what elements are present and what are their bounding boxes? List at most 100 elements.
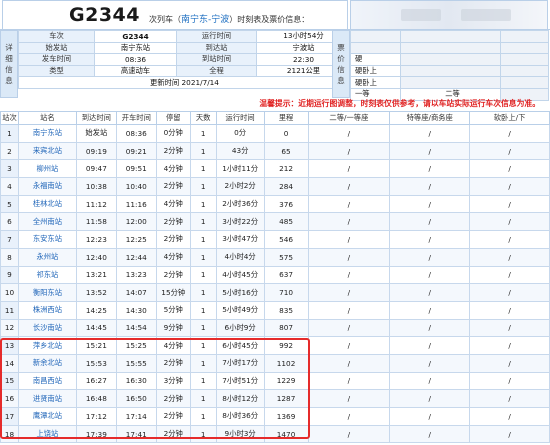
table-cell: 15:25: [115, 336, 157, 355]
price-cell: /: [469, 265, 550, 285]
table-cell: 5小时16分: [215, 283, 265, 302]
timetable: 站次 站名 到达时间 开车时间 停留 天数 运行时间 里程 二等/一等座 特等座…: [0, 111, 550, 444]
table-cell: 1: [189, 371, 217, 391]
train-details: 详 细 信 息 车次 G2344 运行时间 13小时54分 始发站 南宁东站 到…: [0, 30, 550, 101]
table-cell: 12:40: [75, 247, 117, 267]
table-cell: 11:58: [75, 212, 117, 232]
table-row: 8 永州站 12:40 12:44 4分钟 1 4小时4分 575// /: [0, 247, 550, 267]
price-cell: /: [469, 300, 550, 320]
table-cell: 16:50: [115, 389, 157, 408]
table-cell: 43分: [215, 141, 265, 161]
table-row: 3 柳州站 09:47 09:51 4分钟 1 1小时11分 212// /: [0, 159, 550, 179]
table-cell: 1: [189, 283, 217, 302]
table-cell: 1: [189, 353, 217, 373]
station-link[interactable]: 株洲西站: [17, 300, 77, 320]
price-cell: /: [307, 247, 391, 267]
table-cell: 3小时47分: [215, 230, 265, 249]
table-row: 7 东安东站 12:23 12:25 2分钟 1 3小时47分 546// /: [0, 230, 550, 249]
station-link[interactable]: 祁东站: [17, 265, 77, 285]
table-cell: 始发站: [75, 124, 117, 143]
price-cell: /: [307, 389, 391, 408]
price-cell: /: [469, 407, 550, 426]
table-cell: 2分钟: [155, 389, 191, 408]
station-link[interactable]: 永州站: [17, 247, 77, 267]
table-cell: 13:23: [115, 265, 157, 285]
price-cell: /: [469, 353, 550, 373]
station-link[interactable]: 鹰潭北站: [17, 407, 77, 426]
price-cell: /: [389, 177, 471, 196]
table-cell: 12:23: [75, 230, 117, 249]
table-cell: 1470: [263, 424, 309, 444]
table-cell: 2分钟: [155, 230, 191, 249]
table-cell: 1: [189, 389, 217, 408]
table-cell: 12:25: [115, 230, 157, 249]
price-cell: /: [389, 141, 471, 161]
station-link[interactable]: 萍乡北站: [17, 336, 77, 355]
price-cell: /: [389, 336, 471, 355]
station-no: 5: [0, 194, 19, 214]
station-link[interactable]: 衡阳东站: [17, 283, 77, 302]
table-cell: 9小时3分: [215, 424, 265, 444]
station-link[interactable]: 来宾北站: [17, 141, 77, 161]
table-cell: 5分钟: [155, 300, 191, 320]
station-link[interactable]: 全州南站: [17, 212, 77, 232]
price-cell: /: [389, 300, 471, 320]
station-link[interactable]: 长沙南站: [17, 318, 77, 338]
station-link[interactable]: 南宁东站: [17, 124, 77, 143]
price-cell: /: [389, 194, 471, 214]
table-cell: 12:44: [115, 247, 157, 267]
details-side-label: 详 细 信 息: [0, 30, 18, 98]
table-cell: 1: [189, 247, 217, 267]
table-cell: 11:16: [115, 194, 157, 214]
station-no: 6: [0, 212, 19, 232]
price-cell: /: [389, 212, 471, 232]
price-table: 硬 硬卧上 硬卧上 一等 二等: [350, 30, 549, 101]
table-cell: 8小时36分: [215, 407, 265, 426]
table-cell: 546: [263, 230, 309, 249]
table-row: 5 桂林北站 11:12 11:16 4分钟 1 2小时36分 376// /: [0, 194, 550, 214]
station-link[interactable]: 东安东站: [17, 230, 77, 249]
price-cell: /: [307, 177, 391, 196]
price-cell: /: [307, 124, 391, 143]
station-no: 15: [0, 371, 19, 391]
table-row: 12 长沙南站 14:45 14:54 9分钟 1 6小时9分 807// /: [0, 318, 550, 338]
page-header: G2344 次列车（南宁东-宁波）时刻表及票价信息：: [0, 0, 550, 30]
price-cell: /: [307, 212, 391, 232]
table-cell: 5小时49分: [215, 300, 265, 320]
table-cell: 1: [189, 159, 217, 179]
station-link[interactable]: 南昌西站: [17, 371, 77, 391]
table-cell: 13:52: [75, 283, 117, 302]
details-table: 车次 G2344 运行时间 13小时54分 始发站 南宁东站 到达站 宁波站 发…: [18, 30, 351, 89]
table-cell: 1: [189, 407, 217, 426]
price-cell: /: [469, 194, 550, 214]
table-row: 9 祁东站 13:21 13:23 2分钟 1 4小时45分 637// /: [0, 265, 550, 285]
table-cell: 4分钟: [155, 194, 191, 214]
price-cell: /: [307, 318, 391, 338]
station-link[interactable]: 进贤南站: [17, 389, 77, 408]
station-link[interactable]: 上饶站: [17, 424, 77, 444]
price-cell: /: [307, 336, 391, 355]
table-cell: 8小时12分: [215, 389, 265, 408]
table-row: 16 进贤南站 16:48 16:50 2分钟 1 8小时12分 1287// /: [0, 389, 550, 408]
route-link[interactable]: 南宁东-宁波: [181, 15, 229, 25]
table-cell: 9分钟: [155, 318, 191, 338]
price-cell: /: [469, 124, 550, 143]
price-cell: /: [469, 336, 550, 355]
station-link[interactable]: 柳州站: [17, 159, 77, 179]
table-row: 4 永福南站 10:38 10:40 2分钟 1 2小时2分 284// /: [0, 177, 550, 196]
price-cell: /: [469, 212, 550, 232]
table-cell: 14:30: [115, 300, 157, 320]
table-cell: 212: [263, 159, 309, 179]
price-cell: /: [469, 141, 550, 161]
table-cell: 807: [263, 318, 309, 338]
station-link[interactable]: 新余北站: [17, 353, 77, 373]
table-cell: 1: [189, 124, 217, 143]
table-cell: 14:45: [75, 318, 117, 338]
table-cell: 6小时9分: [215, 318, 265, 338]
price-cell: /: [389, 230, 471, 249]
table-cell: 1: [189, 230, 217, 249]
station-link[interactable]: 永福南站: [17, 177, 77, 196]
table-cell: 09:21: [115, 141, 157, 161]
station-link[interactable]: 桂林北站: [17, 194, 77, 214]
table-cell: 17:39: [75, 424, 117, 444]
